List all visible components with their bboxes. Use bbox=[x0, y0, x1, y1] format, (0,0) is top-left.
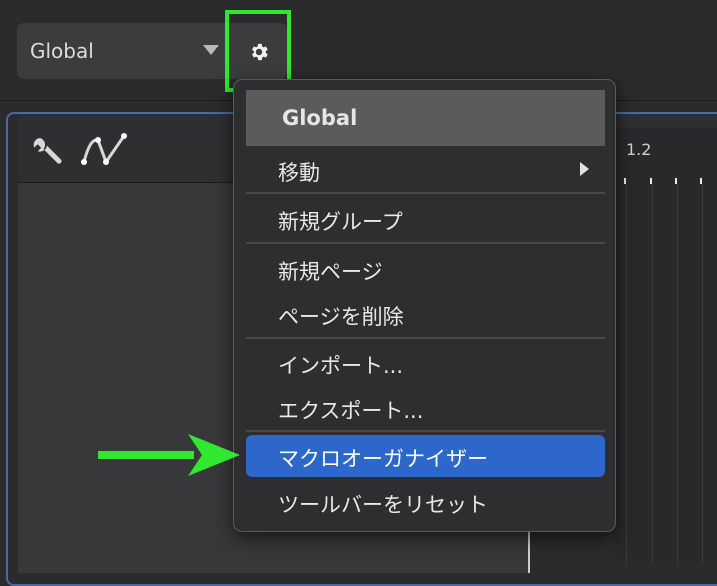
grid-line bbox=[702, 184, 703, 564]
menu-item-label: ツールバーをリセット bbox=[278, 493, 488, 517]
chevron-down-icon bbox=[203, 45, 219, 55]
grid-line bbox=[626, 184, 627, 564]
menu-separator bbox=[246, 430, 605, 432]
menu-separator bbox=[246, 192, 605, 194]
menu-item-label: エクスポート... bbox=[278, 399, 424, 423]
menu-separator bbox=[246, 337, 605, 339]
menu-separator bbox=[246, 242, 605, 244]
curve-icon[interactable] bbox=[80, 132, 132, 168]
menu-item-new-group[interactable]: 新規グループ bbox=[246, 198, 605, 238]
ruler-label: 1.2 bbox=[626, 140, 652, 159]
menu-header-label: Global bbox=[282, 106, 358, 130]
wrench-icon[interactable] bbox=[32, 136, 66, 166]
menu-item-reset-toolbar[interactable]: ツールバーをリセット bbox=[246, 481, 605, 521]
menu-item-label: マクロオーガナイザー bbox=[278, 447, 488, 471]
menu-item-move[interactable]: 移動 bbox=[246, 149, 605, 189]
menu-item-label: ページを削除 bbox=[278, 305, 404, 329]
preset-select-label: Global bbox=[30, 39, 94, 63]
menu-header: Global bbox=[246, 90, 605, 146]
context-menu: Global 移動 新規グループ 新規ページ ページを削除 インポート... エ… bbox=[233, 79, 616, 532]
menu-item-macro-organizer[interactable]: マクロオーガナイザー bbox=[246, 435, 605, 477]
menu-item-label: 新規ページ bbox=[278, 260, 383, 284]
grid-line bbox=[677, 184, 678, 564]
preset-select[interactable]: Global bbox=[17, 23, 229, 79]
menu-item-delete-page[interactable]: ページを削除 bbox=[246, 293, 605, 333]
annotation-arrow-icon bbox=[98, 434, 240, 476]
chevron-right-icon bbox=[580, 162, 589, 176]
menu-item-label: インポート... bbox=[278, 354, 404, 378]
menu-item-label: 新規グループ bbox=[278, 210, 403, 234]
menu-item-new-page[interactable]: 新規ページ bbox=[246, 248, 605, 288]
timeline-ruler: 1.2 bbox=[612, 128, 717, 564]
menu-item-export[interactable]: エクスポート... bbox=[246, 387, 605, 427]
grid-line bbox=[652, 184, 653, 564]
menu-item-label: 移動 bbox=[278, 161, 320, 185]
menu-item-import[interactable]: インポート... bbox=[246, 342, 605, 382]
